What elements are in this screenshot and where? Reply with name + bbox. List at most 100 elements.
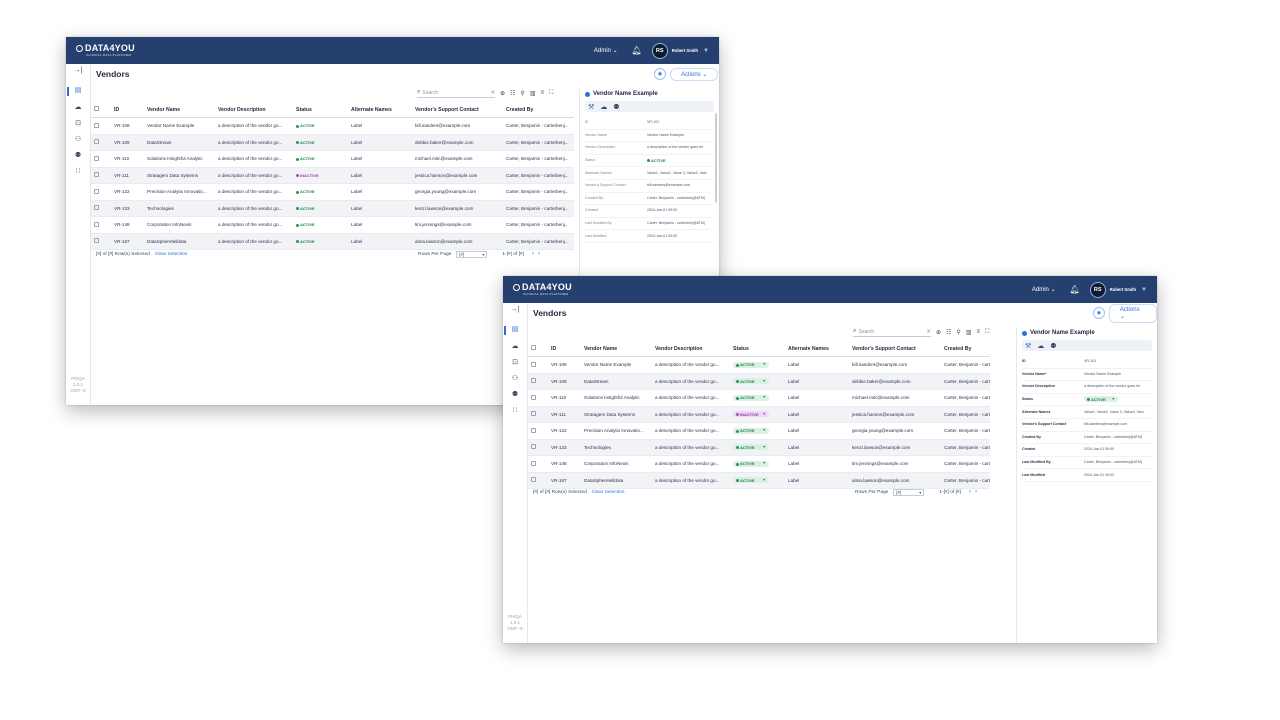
row-checkbox[interactable] [531,460,536,466]
tab-cloud-icon[interactable]: ☁ [600,103,607,111]
apps-icon[interactable]: ∷ [503,406,527,414]
briefcase-icon[interactable]: ⊡ [66,119,90,127]
row-checkbox[interactable] [94,139,99,145]
row-checkbox[interactable] [531,411,536,417]
row-checkbox[interactable] [531,477,536,483]
status-badge[interactable]: ACTIVE ▼ [733,427,769,434]
select-all-checkbox[interactable] [531,345,536,350]
table-row[interactable]: VR-110 Solutions Insightful Analytic a des… [528,389,990,407]
row-checkbox[interactable] [531,394,536,400]
column-header-id[interactable]: ID [548,341,581,357]
table-row[interactable]: VR-122 Precision Analytix Innovatio... a d… [528,422,990,440]
row-checkbox[interactable] [94,221,99,227]
column-layout-icon[interactable]: ▥ [530,90,536,97]
columns-filter-icon[interactable]: ☷ [510,90,515,97]
table-row[interactable]: VR-122 Precision Analytix Innovatio... a d… [91,183,574,201]
column-layout-icon[interactable]: ▥ [966,329,972,336]
fullscreen-icon[interactable]: ⛶ [549,90,553,97]
user-settings-icon[interactable]: ⚇ [66,135,90,143]
table-row[interactable]: VR-108 Vendor Name Example a description o… [91,117,574,135]
table-row[interactable]: VR-110 Solutions Insightful Analytic a des… [91,150,574,168]
table-row[interactable]: VR-111 Stratagem Data Systems a descriptio… [91,167,574,184]
status-badge[interactable]: ACTIVE ▼ [1084,396,1118,403]
column-header-created-by[interactable]: Created By [941,341,990,357]
clear-selection-link[interactable]: Clear Selection [592,490,625,495]
columns-filter-icon[interactable]: ☷ [946,329,951,336]
next-page-icon[interactable]: › [975,489,981,495]
status-badge[interactable]: ACTIVE ▼ [733,378,769,385]
table-row[interactable]: VR-148 Corporation InfoNexis a description… [91,216,574,234]
cloud-icon[interactable]: ☁ [503,342,527,350]
status-badge[interactable]: ACTIVE ▼ [733,444,769,451]
avatar[interactable]: RS [651,42,668,59]
briefcase-icon[interactable]: ⊡ [503,358,527,366]
table-row[interactable]: VR-108 Vendor Name Example a description o… [528,356,990,374]
tab-details-icon[interactable]: ⚒ [1025,342,1031,350]
column-header-status[interactable]: Status [293,102,348,118]
column-header-support-contact[interactable]: Vendor's Support Contact [412,102,503,118]
row-checkbox[interactable] [531,427,536,433]
column-header-vendor-name[interactable]: Vendor Name [144,102,215,118]
expand-rail-icon[interactable]: →| [66,67,90,74]
clear-search-icon[interactable]: ✕ [490,90,495,96]
status-badge[interactable]: ACTIVE ▼ [733,460,769,467]
bell-icon[interactable]: 🔔︎ [632,46,642,55]
table-row[interactable]: VR-109 DataStream a description of the ven… [91,134,574,151]
zoom-icon[interactable]: ⊕ [936,329,941,336]
select-all-checkbox[interactable] [94,106,99,111]
tab-cloud-icon[interactable]: ☁ [1037,342,1044,350]
tab-details-icon[interactable]: ⚒ [588,103,594,111]
column-header-created-by[interactable]: Created By [503,102,574,118]
column-header-vendor-description[interactable]: Vendor Description [215,102,293,118]
chevron-down-icon[interactable]: ▼ [703,48,709,54]
info-icon[interactable]: ◉ [654,68,666,80]
apps-icon[interactable]: ∷ [66,167,90,175]
tab-users-icon[interactable]: ⚉ [1050,342,1056,350]
status-badge[interactable]: ACTIVE ▼ [733,361,769,368]
info-icon[interactable]: ◉ [1093,307,1105,319]
row-checkbox[interactable] [531,378,536,384]
table-row[interactable]: VR-111 Stratagem Data Systems a descriptio… [528,406,990,423]
row-checkbox[interactable] [94,155,99,161]
row-checkbox[interactable] [94,122,99,128]
density-icon[interactable]: ≡ [977,329,981,335]
panel-scrollbar[interactable] [715,113,717,203]
table-row[interactable]: VR-133 Technologies a description of the v… [528,439,990,456]
user-settings-icon[interactable]: ⚇ [503,374,527,382]
clear-selection-link[interactable]: Clear Selection [155,252,188,257]
filter-icon[interactable]: ⚲ [956,329,960,336]
user-name[interactable]: Robert Smith [672,48,698,53]
logo[interactable]: DATA4YOU CLINICAL DATA PLATFORM [76,44,135,57]
bell-icon[interactable]: 🔔︎ [1070,285,1080,294]
admin-menu[interactable]: Admin ⌄ [594,47,618,54]
row-checkbox[interactable] [94,172,99,178]
cloud-icon[interactable]: ☁ [66,103,90,111]
density-icon[interactable]: ≡ [541,90,545,96]
actions-button[interactable]: Actions ⌄ [1108,303,1157,323]
row-checkbox[interactable] [94,205,99,211]
user-name[interactable]: Robert Smith [1110,287,1136,292]
row-checkbox[interactable] [94,238,99,244]
column-header-alternate-names[interactable]: Alternate Names [785,341,849,357]
chevron-down-icon[interactable]: ▼ [1141,287,1147,293]
logo[interactable]: DATA4YOU CLINICAL DATA PLATFORM [513,283,572,296]
column-header-id[interactable]: ID [111,102,144,118]
search-input[interactable]: ⌕ Search ✕ [853,327,931,337]
actions-button[interactable]: Actions ⌄ [670,67,719,81]
filter-icon[interactable]: ⚲ [520,90,524,97]
status-badge[interactable]: ACTIVE ▼ [733,394,769,401]
row-checkbox[interactable] [94,188,99,194]
table-row[interactable]: VR-167 DataSpheretelldata a description of… [91,233,574,250]
column-header-alternate-names[interactable]: Alternate Names [348,102,412,118]
column-header-support-contact[interactable]: Vendor's Support Contact [849,341,941,357]
zoom-icon[interactable]: ⊕ [500,90,505,97]
tab-users-icon[interactable]: ⚉ [613,103,619,111]
users-icon[interactable]: ⚉ [66,151,90,159]
fullscreen-icon[interactable]: ⛶ [985,329,989,336]
admin-menu[interactable]: Admin ⌄ [1032,286,1056,293]
table-row[interactable]: VR-109 DataStream a description of the ven… [528,373,990,390]
vendors-icon[interactable]: ▤ [503,325,527,333]
column-header-vendor-description[interactable]: Vendor Description [652,341,730,357]
next-page-icon[interactable]: › [538,251,544,257]
rows-per-page-select[interactable]: [#] ▾ [893,488,925,496]
